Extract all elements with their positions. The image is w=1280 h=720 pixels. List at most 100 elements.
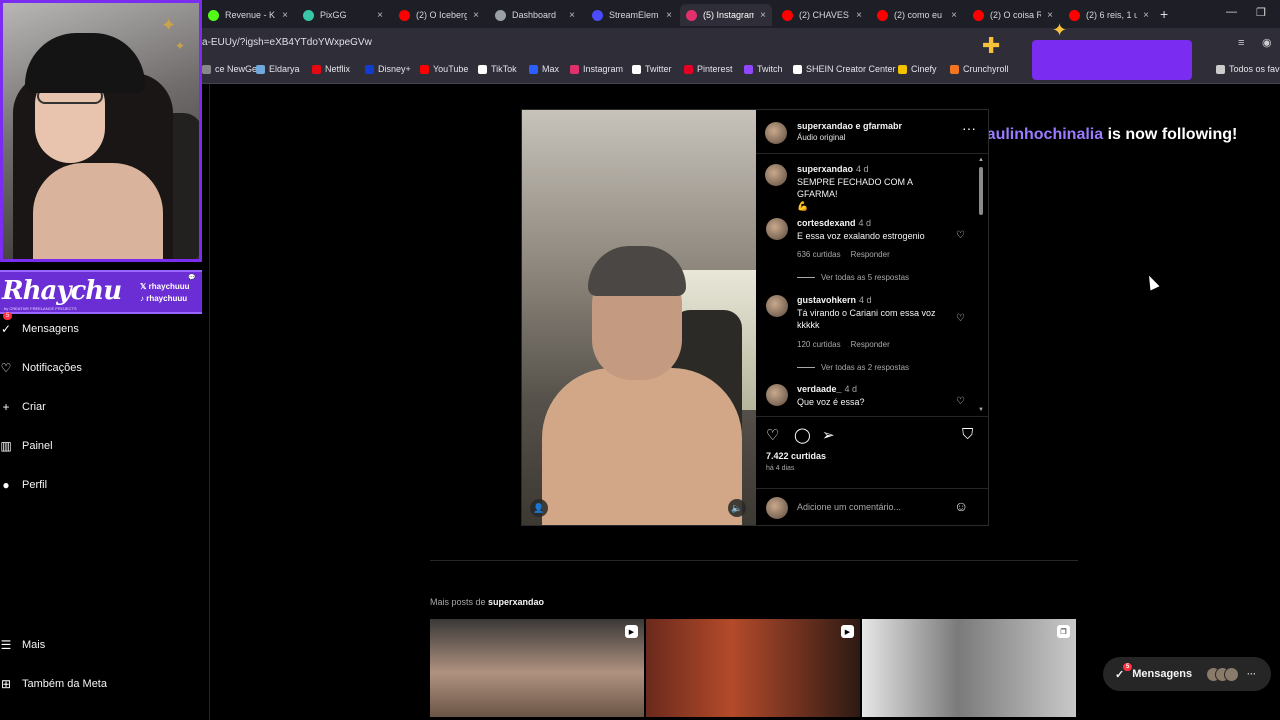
tab[interactable]: (5) Instagram × — [680, 4, 772, 26]
bookmark-item[interactable]: Twitch — [744, 64, 783, 74]
share-icon[interactable]: ➢ — [822, 426, 835, 444]
tab[interactable]: StreamElem × — [586, 4, 678, 26]
bookmark-item[interactable]: YouTube — [420, 64, 468, 74]
comment-likes[interactable]: 120 curtidas — [797, 340, 841, 349]
post-audio[interactable]: Áudio original — [797, 133, 845, 142]
sidebar-item-painel[interactable]: ▥ Painel — [0, 439, 52, 453]
view-replies-button[interactable]: Ver todas as 5 respostas — [797, 273, 909, 282]
profile-avatar-icon[interactable]: ◉ — [1262, 36, 1272, 49]
heart-icon[interactable]: ♡ — [956, 230, 965, 241]
scroll-up-icon[interactable]: ▲ — [978, 157, 984, 163]
tab-label: (5) Instagram — [703, 10, 755, 20]
post-thumbnail[interactable]: ❐ — [862, 619, 1076, 717]
close-tab-icon[interactable]: × — [1143, 10, 1149, 21]
sidebar-item-mais[interactable]: ☰ Mais — [0, 638, 46, 652]
comment-likes[interactable]: 636 curtidas — [797, 250, 841, 259]
post-like-count[interactable]: 7.422 curtidas — [766, 451, 826, 461]
bookmark-item[interactable]: Max — [529, 64, 559, 74]
reply-button[interactable]: Responder — [851, 340, 890, 349]
bookmark-label: Max — [542, 64, 560, 74]
avatar[interactable] — [765, 122, 787, 144]
scroll-thumb[interactable] — [979, 167, 983, 215]
sidebar-item-tambem-da-meta[interactable]: ⊞ Também da Meta — [0, 677, 107, 691]
bookmark-label: YouTube — [433, 64, 469, 74]
tagged-users-icon[interactable]: 👤 — [530, 499, 548, 517]
sidebar-item-label: Perfil — [22, 479, 48, 491]
bookmark-item[interactable]: Todos os favo — [1216, 64, 1280, 74]
emoji-icon[interactable]: ☺ — [954, 498, 968, 514]
tab-label: StreamElem — [609, 10, 659, 20]
close-tab-icon[interactable]: × — [282, 10, 288, 21]
bookmark-icon[interactable]: ⛉ — [962, 426, 973, 443]
more-posts-user[interactable]: superxandao — [488, 597, 544, 607]
bookmark-item[interactable]: Twitter — [632, 64, 672, 74]
reply-button[interactable]: Responder — [851, 250, 890, 259]
comment-username[interactable]: verdaade_ 4 d — [797, 384, 857, 394]
post-thumbnail[interactable]: ▶ — [430, 619, 644, 717]
sidebar-item-perfil[interactable]: ● Perfil — [0, 478, 47, 492]
avatar[interactable] — [766, 384, 788, 406]
maximize-icon[interactable]: ❐ — [1256, 6, 1266, 19]
close-tab-icon[interactable]: × — [1047, 10, 1053, 21]
tab-search-icon[interactable]: ≡ — [1238, 37, 1244, 49]
tab[interactable]: Dashboard × — [489, 4, 581, 26]
avatar[interactable] — [766, 218, 788, 240]
post-video[interactable]: 👤 🔈 — [522, 110, 756, 525]
close-tab-icon[interactable]: × — [666, 10, 672, 21]
sidebar-item-notificacoes[interactable]: ♡ Notificações — [0, 361, 82, 375]
heart-icon[interactable]: ♡ — [956, 313, 965, 324]
post-side-panel: superxandao e gfarmabr Áudio original ··… — [756, 110, 988, 525]
tab[interactable]: (2) CHAVES × — [776, 4, 868, 26]
carousel-icon: ❐ — [1057, 625, 1070, 638]
sidebar-item-mensagens[interactable]: ✓ 5 Mensagens — [0, 312, 79, 336]
close-tab-icon[interactable]: × — [377, 10, 383, 21]
close-tab-icon[interactable]: × — [856, 10, 862, 21]
volume-icon[interactable]: 🔈 — [728, 499, 746, 517]
tab-favicon-icon — [973, 9, 984, 21]
bookmark-item[interactable]: Disney+ — [365, 64, 411, 74]
close-tab-icon[interactable]: × — [473, 10, 479, 21]
comment-username[interactable]: gustavohkern 4 d — [797, 295, 872, 305]
bookmark-item[interactable]: Cinefy — [898, 64, 937, 74]
tab[interactable]: (2) O coisa R × — [967, 4, 1059, 26]
heart-icon[interactable]: ♡ — [956, 396, 965, 407]
avatar[interactable] — [766, 295, 788, 317]
tab[interactable]: Revenue - K × — [202, 4, 294, 26]
tab[interactable]: (2) O Iceberg × — [393, 4, 485, 26]
minimize-icon[interactable]: — — [1226, 6, 1237, 18]
sidebar-item-criar[interactable]: + Criar — [0, 400, 45, 414]
post-authors[interactable]: superxandao e gfarmabr — [797, 121, 902, 131]
close-tab-icon[interactable]: × — [569, 10, 575, 21]
view-replies-button[interactable]: Ver todas as 2 respostas — [797, 363, 909, 372]
like-icon[interactable]: ♡ — [766, 426, 779, 444]
bookmark-item[interactable]: Pinterest — [684, 64, 733, 74]
comment-input[interactable] — [797, 499, 947, 515]
tab-label: (2) O coisa R — [990, 10, 1042, 20]
close-tab-icon[interactable]: × — [951, 10, 957, 21]
close-tab-icon[interactable]: × — [760, 10, 766, 21]
post-thumbnail[interactable]: ▶ — [646, 619, 860, 717]
tab[interactable]: (2) como eu × — [871, 4, 963, 26]
messages-pill[interactable]: ✓ 5 Mensagens ··· — [1103, 657, 1271, 691]
bookmark-item[interactable]: Eldarya — [256, 64, 300, 74]
bookmark-item[interactable]: SHEIN Creator Center — [793, 64, 896, 74]
avatar[interactable] — [765, 164, 787, 186]
tab[interactable]: PixGG × — [297, 4, 389, 26]
comment-username[interactable]: cortesdexand 4 d — [797, 218, 871, 228]
bookmark-item[interactable]: Instagram — [570, 64, 623, 74]
comment-icon[interactable]: ◯ — [794, 426, 811, 444]
bookmark-item[interactable]: TikTok — [478, 64, 517, 74]
more-options-icon[interactable]: ··· — [962, 120, 976, 136]
more-options-icon[interactable]: ··· — [1247, 669, 1256, 679]
comments-scrollbar[interactable]: ▲ ▼ — [978, 157, 984, 415]
scroll-down-icon[interactable]: ▼ — [978, 407, 984, 413]
tab-favicon-icon — [592, 9, 603, 21]
bookmark-item[interactable]: Netflix — [312, 64, 350, 74]
bookmark-item[interactable]: ce NewGen — [202, 64, 262, 74]
comment-username[interactable]: superxandao 4 d — [797, 164, 869, 174]
tab[interactable]: (2) 6 reis, 1 u × — [1063, 4, 1155, 26]
new-tab-button[interactable]: + — [1160, 6, 1168, 22]
notification-badge: 5 — [1123, 663, 1133, 671]
tab-label: PixGG — [320, 10, 347, 20]
url-text[interactable]: a-EUUy/?igsh=eXB4YTdoYWxpeGVw — [202, 37, 372, 48]
